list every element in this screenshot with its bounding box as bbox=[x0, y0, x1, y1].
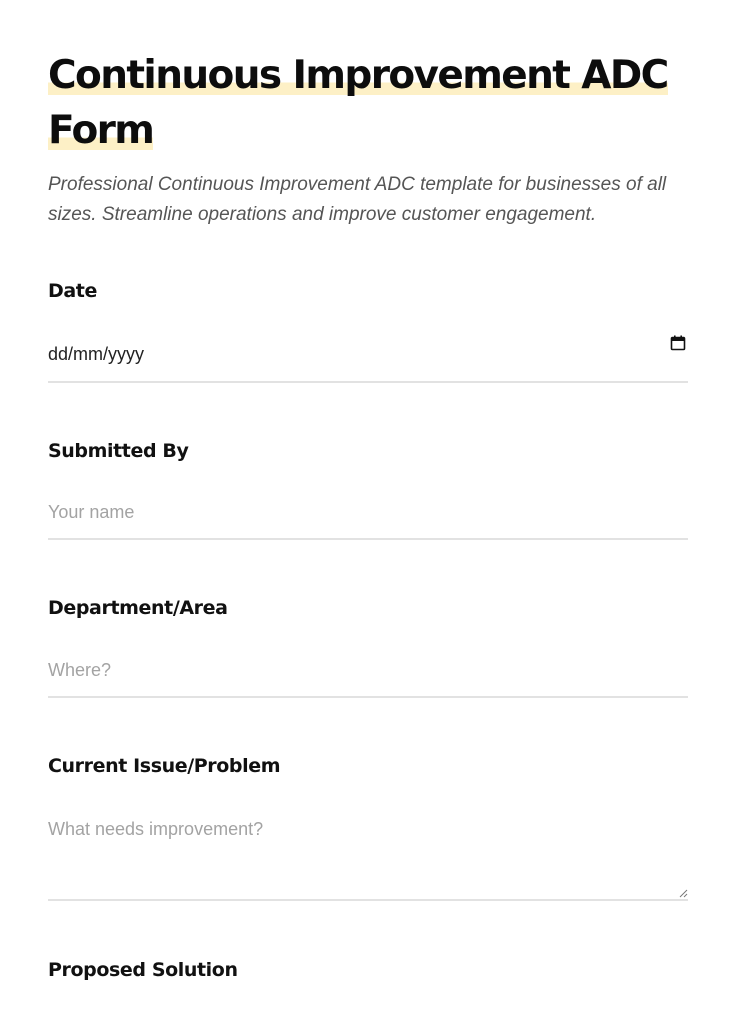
department-input[interactable]: Where? bbox=[48, 646, 688, 698]
page-subtitle: Professional Continuous Improvement ADC … bbox=[48, 174, 667, 225]
current-issue-label: Current Issue/Problem bbox=[48, 755, 281, 777]
current-issue-textarea[interactable]: What needs improvement? bbox=[48, 804, 688, 901]
calendar-icon[interactable] bbox=[670, 335, 686, 351]
proposed-solution-label: Proposed Solution bbox=[48, 959, 238, 981]
date-label: Date bbox=[48, 280, 97, 302]
current-issue-placeholder: What needs improvement? bbox=[48, 819, 264, 839]
department-placeholder: Where? bbox=[48, 660, 112, 680]
date-input-placeholder: dd/mm/yyyy bbox=[48, 344, 145, 364]
submitted-by-label: Submitted By bbox=[48, 440, 189, 462]
form-container: Continuous Improvement ADC Form Professio… bbox=[48, 48, 688, 230]
submitted-by-placeholder: Your name bbox=[48, 502, 135, 522]
page-title: Continuous Improvement ADC Form bbox=[48, 48, 688, 158]
page-title-line-1: Continuous Improvement ADC bbox=[48, 53, 669, 98]
date-input[interactable]: dd/mm/yyyy bbox=[48, 329, 688, 383]
department-label: Department/Area bbox=[48, 597, 228, 619]
resize-handle-icon[interactable] bbox=[678, 888, 688, 898]
submitted-by-input[interactable]: Your name bbox=[48, 489, 688, 540]
page-title-line-2: Form bbox=[48, 108, 155, 153]
